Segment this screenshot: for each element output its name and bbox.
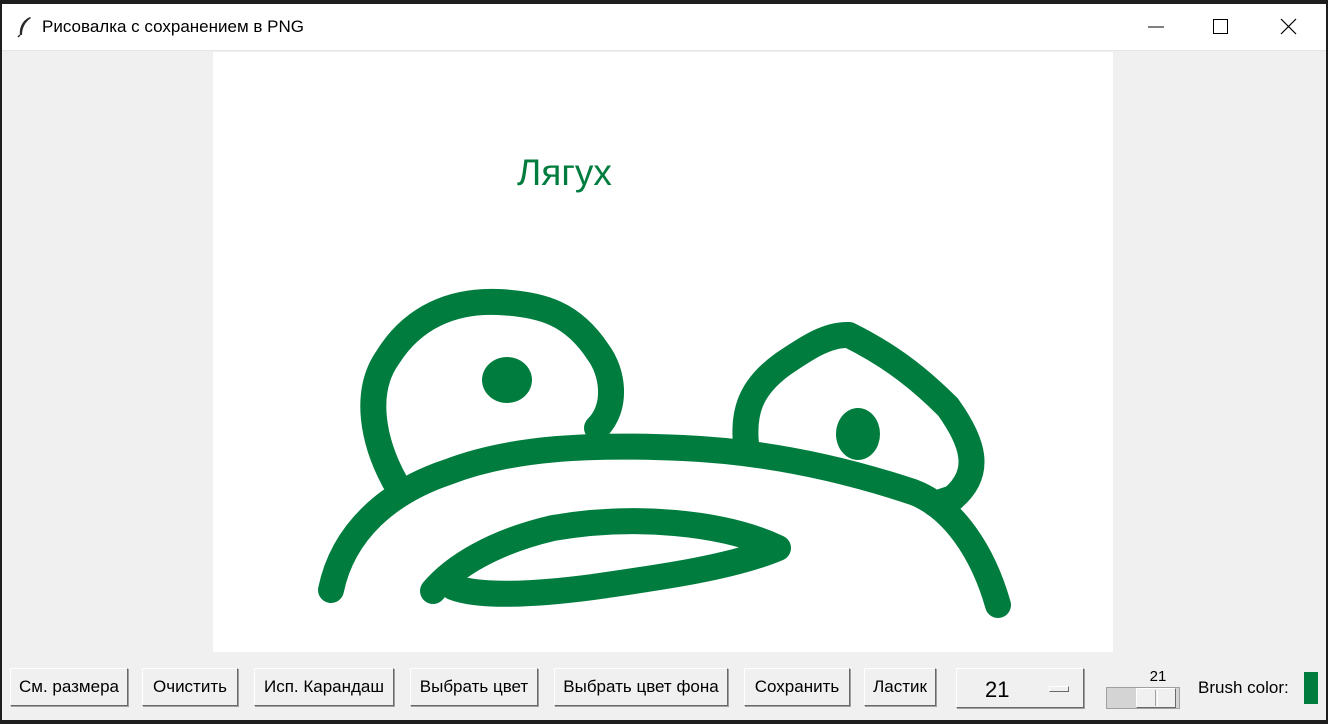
choose-bg-color-button[interactable]: Выбрать цвет фона: [554, 668, 728, 706]
scale-value-label: 21: [1149, 668, 1167, 685]
canvas-text: Лягух: [517, 152, 612, 193]
app-window: Рисовалка с сохранением в PNG Лягух См. …: [2, 4, 1326, 720]
title-bar: Рисовалка с сохранением в PNG: [2, 4, 1326, 51]
scale-slider-handle[interactable]: [1136, 688, 1176, 708]
frog-drawing: [318, 288, 1011, 618]
mouth-stroke: [420, 508, 791, 607]
right-pupil: [836, 408, 880, 460]
brush-color-swatch: [1304, 672, 1318, 704]
choose-color-button[interactable]: Выбрать цвет: [410, 668, 538, 706]
minimize-button[interactable]: [1122, 4, 1190, 50]
eraser-button[interactable]: Ластик: [864, 668, 936, 706]
save-button[interactable]: Сохранить: [744, 668, 850, 706]
resize-button[interactable]: См. размера: [10, 668, 128, 706]
slider-grip-icon: [1155, 690, 1158, 706]
drawing-canvas[interactable]: Лягух: [213, 52, 1113, 652]
close-button[interactable]: [1254, 4, 1322, 50]
option-menu-indicator-icon: [1049, 686, 1069, 692]
clear-button[interactable]: Очистить: [142, 668, 238, 706]
brush-color-label: Brush color:: [1198, 678, 1289, 697]
maximize-icon: [1213, 19, 1228, 34]
close-icon: [1280, 18, 1297, 35]
window-title: Рисовалка с сохранением в PNG: [42, 17, 304, 36]
left-pupil: [482, 357, 532, 403]
maximize-button[interactable]: [1186, 4, 1254, 50]
brush-size-option-menu[interactable]: 21: [956, 668, 1084, 708]
pencil-button[interactable]: Исп. Карандаш: [254, 668, 394, 706]
brush-size-value: 21: [985, 677, 1010, 702]
feather-icon: [17, 17, 31, 38]
minimize-icon: [1148, 26, 1164, 28]
